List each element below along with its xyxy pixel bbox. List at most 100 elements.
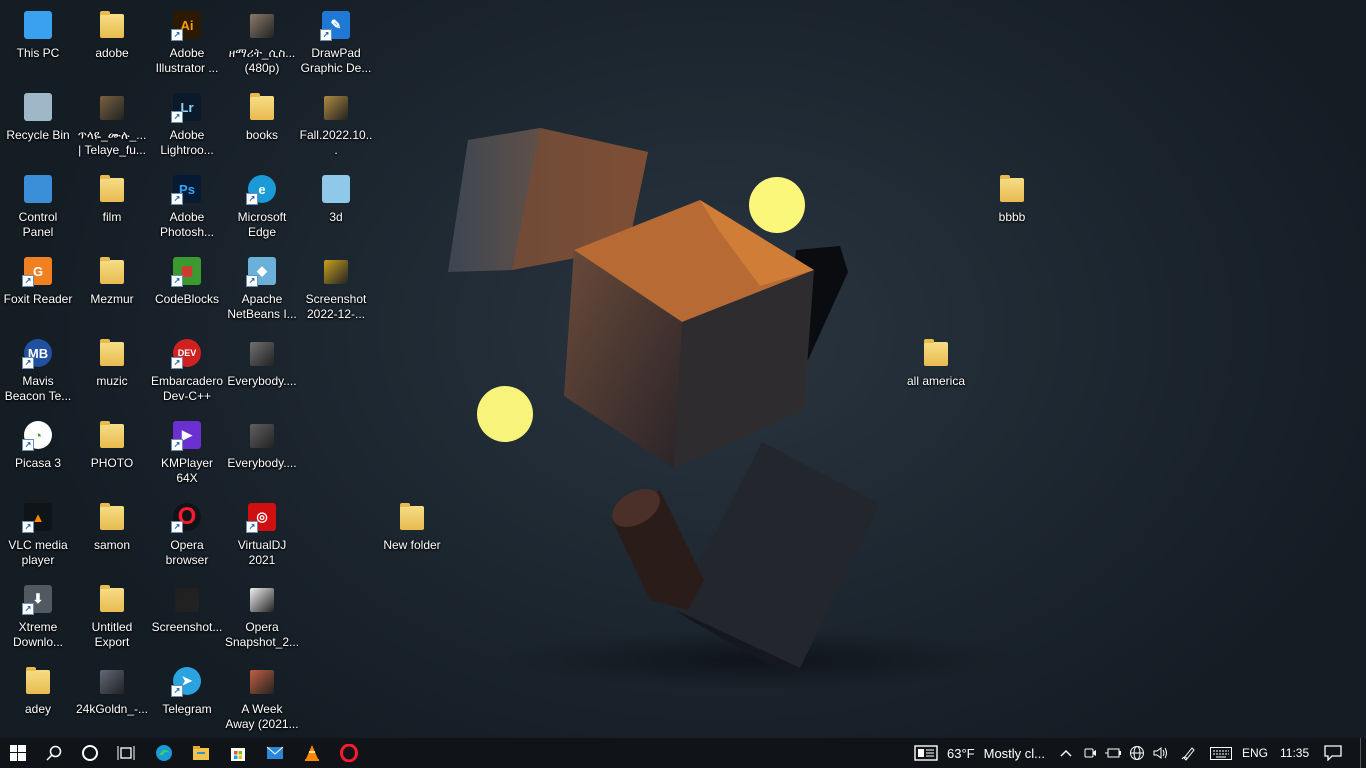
clock[interactable]: 11:35 (1280, 738, 1309, 768)
desktop-icon[interactable]: ◆ ↗ Apache NetBeans I... (224, 250, 300, 332)
pen-icon (1181, 747, 1195, 761)
desktop-icon[interactable]: all america (898, 332, 974, 414)
vlc-icon: ▲ ↗ (21, 500, 55, 534)
weather-widget[interactable]: 63°F Mostly cl... (914, 738, 1045, 768)
desktop-icon[interactable]: samon (74, 496, 150, 578)
desktop-icon[interactable]: Lr ↗ Adobe Lightroo... (149, 86, 225, 168)
desktop-icon[interactable]: New folder (374, 496, 450, 578)
desktop-icon[interactable]: Everybody.... (224, 332, 300, 414)
desktop-icon[interactable]: DEV ↗ Embarcadero Dev-C++ (149, 332, 225, 414)
desktop-icon[interactable]: Ai ↗ Adobe Illustrator ... (149, 4, 225, 86)
shortcut-arrow-icon: ↗ (171, 439, 183, 451)
desktop-icon-label: Xtreme Downlo... (12, 620, 64, 649)
taskbar-edge[interactable] (146, 738, 182, 768)
desktop-icon[interactable]: PHOTO (74, 414, 150, 496)
news-weather-icon (914, 745, 938, 761)
desktop-icon[interactable]: books (224, 86, 300, 168)
task-view-button[interactable] (108, 738, 144, 768)
tray-volume[interactable] (1152, 738, 1170, 768)
desktop-icon[interactable]: Mezmur (74, 250, 150, 332)
tray-touch-keyboard[interactable] (1208, 738, 1234, 768)
taskbar-vlc[interactable] (294, 738, 330, 768)
taskbar-file-explorer[interactable] (183, 738, 219, 768)
recycle-bin-icon (21, 90, 55, 124)
netbeans-icon: ◆ ↗ (245, 254, 279, 288)
language-indicator[interactable]: ENG (1242, 738, 1268, 768)
desktop-icon[interactable]: Control Panel (0, 168, 76, 250)
desktop-icon[interactable]: Everybody.... (224, 414, 300, 496)
tray-battery[interactable] (1104, 738, 1122, 768)
taskbar-mail[interactable] (257, 738, 293, 768)
shortcut-arrow-icon: ↗ (22, 603, 34, 615)
desktop-icon-label: all america (906, 374, 966, 388)
desktop-icon-label: bbbb (998, 210, 1026, 224)
desktop-icon[interactable]: ዘማሪት_ሲስ... (480p) (224, 4, 300, 86)
desktop-icon[interactable]: film (74, 168, 150, 250)
notepad-icon (319, 172, 353, 206)
desktop-icon[interactable]: ⬇ ↗ Xtreme Downlo... (0, 578, 76, 660)
taskbar-opera[interactable] (331, 738, 367, 768)
desktop-icon[interactable]: e ↗ Microsoft Edge (224, 168, 300, 250)
desktop-icon-label: This PC (16, 46, 60, 60)
desktop-icon-label: Opera Snapshot_2... (224, 620, 300, 649)
desktop-icon[interactable]: Screenshot... (149, 578, 225, 660)
desktop-icon[interactable]: adey (0, 660, 76, 742)
desktop-icon-label: PHOTO (90, 456, 134, 470)
folder-icon (95, 172, 129, 206)
desktop-icon-label: A Week Away (2021... (225, 702, 299, 731)
weather-temp: 63°F (947, 745, 975, 761)
desktop-icon[interactable]: A Week Away (2021... (224, 660, 300, 742)
desktop-icon[interactable]: ጥላዬ_ሙሉ_... | Telaye_fu... (74, 86, 150, 168)
desktop-icon[interactable]: muzic (74, 332, 150, 414)
desktop-icon[interactable]: O ↗ Opera browser (149, 496, 225, 578)
tray-network[interactable] (1128, 738, 1146, 768)
opera-icon (340, 744, 358, 762)
desktop-icon[interactable]: ▦ ↗ CodeBlocks (149, 250, 225, 332)
chevron-up-icon (1060, 750, 1072, 757)
desktop-icon[interactable]: ▲ ↗ VLC media player (0, 496, 76, 578)
tray-meet-now[interactable] (1082, 738, 1098, 768)
video-thumbnail-icon (245, 664, 279, 698)
desktop-icon[interactable]: adobe (74, 4, 150, 86)
desktop-icon-label: adey (24, 702, 52, 716)
desktop-icon[interactable]: ➤ ↗ Telegram (149, 660, 225, 742)
desktop-icon[interactable]: Screenshot 2022-12-... (298, 250, 374, 332)
video-thumbnail-icon (245, 8, 279, 42)
cortana-button[interactable] (72, 738, 108, 768)
desktop-icon[interactable]: 24kGoldn_-... (74, 660, 150, 742)
desktop-icon-label: Recycle Bin (6, 128, 70, 142)
desktop-icon-label: Untitled Export (91, 620, 133, 649)
tray-pen-workspace[interactable] (1180, 738, 1198, 768)
desktop-icon[interactable]: bbbb (974, 168, 1050, 250)
desktop-icon-label: Screenshot... (151, 620, 223, 634)
desktop-icon[interactable]: 3d (298, 168, 374, 250)
start-button[interactable] (0, 738, 36, 768)
desktop-icon-label: Everybody.... (227, 456, 297, 470)
folder-icon (95, 254, 129, 288)
desktop-icon[interactable]: ▶ ↗ KMPlayer 64X (149, 414, 225, 496)
desktop-icon-label: 24kGoldn_-... (75, 702, 149, 716)
desktop-icon[interactable]: ◎ ↗ VirtualDJ 2021 (224, 496, 300, 578)
desktop-icon[interactable]: This PC (0, 4, 76, 86)
desktop-icon[interactable]: MB ↗ Mavis Beacon Te... (0, 332, 76, 414)
action-center-button[interactable] (1322, 738, 1344, 768)
folder-icon (995, 172, 1029, 206)
desktop-icon[interactable]: Untitled Export (74, 578, 150, 660)
desktop-icon[interactable]: Fall.2022.10... (298, 86, 374, 168)
show-hidden-icons-button[interactable] (1058, 738, 1074, 768)
show-desktop-button[interactable] (1360, 738, 1361, 768)
shortcut-arrow-icon: ↗ (171, 111, 183, 123)
desktop-icon[interactable]: ◔ ↗ Picasa 3 (0, 414, 76, 496)
desktop-icon-label: 3d (329, 210, 343, 224)
desktop-icon[interactable]: Recycle Bin (0, 86, 76, 168)
desktop-icon[interactable]: Opera Snapshot_2... (224, 578, 300, 660)
desktop-icon-label: ጥላዬ_ሙሉ_... | Telaye_fu... (77, 128, 147, 157)
desktop-icon[interactable]: G ↗ Foxit Reader (0, 250, 76, 332)
desktop-icon[interactable]: ✎ ↗ DrawPad Graphic De... (298, 4, 374, 86)
shortcut-arrow-icon: ↗ (22, 275, 34, 287)
taskbar-store[interactable] (220, 738, 256, 768)
control-panel-icon (21, 172, 55, 206)
desktop-icon[interactable]: Ps ↗ Adobe Photosh... (149, 168, 225, 250)
task-view-icon (117, 745, 135, 761)
search-button[interactable] (36, 738, 72, 768)
